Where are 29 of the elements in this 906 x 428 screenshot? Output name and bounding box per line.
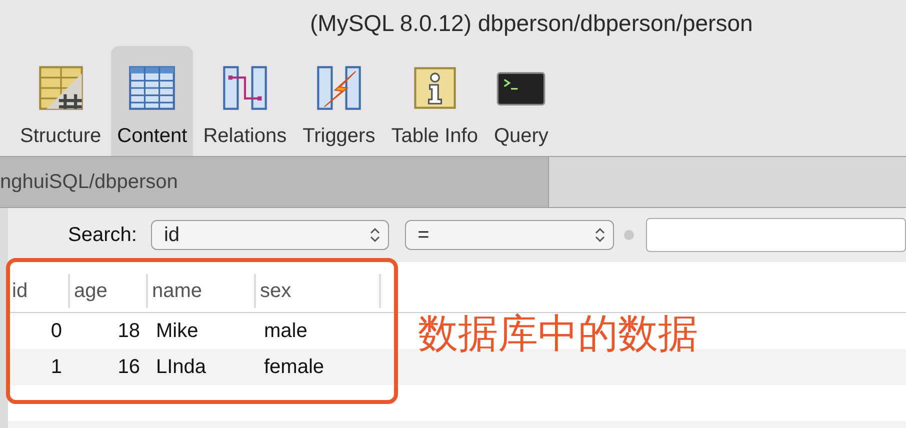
chevron-icon	[595, 227, 606, 243]
search-label: Search:	[68, 224, 137, 246]
column-header[interactable]: age	[70, 274, 148, 308]
table-icon	[127, 63, 178, 113]
table-cell-text: 16	[116, 354, 141, 380]
toolbar-button[interactable]: Triggers	[296, 46, 382, 156]
table-cell-text: 1	[50, 354, 63, 380]
annotation-text: 数据库中的数据	[418, 311, 698, 358]
tab[interactable]: nghuiSQL/dbperson	[0, 157, 549, 207]
toolbar-button[interactable]: Table Info	[385, 46, 484, 156]
toolbar-button[interactable]: Content	[111, 46, 194, 156]
status-dot	[624, 230, 634, 240]
toolbar-button[interactable]: Relations	[197, 46, 293, 156]
table-cell-text: 18	[116, 318, 141, 344]
operator-select[interactable]: =	[404, 220, 614, 250]
table-cell-text: Mike	[155, 318, 200, 344]
window-title: (MySQL 8.0.12) dbperson/dbperson/person	[310, 10, 753, 36]
search-field[interactable]	[646, 218, 906, 252]
toolbar-button[interactable]: Query	[488, 46, 554, 156]
table-cell-text: female	[263, 354, 326, 380]
column-header[interactable]: id	[8, 274, 70, 308]
table-cell-text: LInda	[155, 354, 208, 380]
column-header[interactable]: sex	[256, 274, 381, 308]
toolbar-button[interactable]: Structure	[14, 46, 108, 156]
column-select[interactable]: id	[150, 220, 389, 250]
column-header[interactable]: name	[148, 274, 256, 308]
table-cell-text: 0	[50, 318, 63, 344]
chevron-icon	[370, 227, 380, 243]
table-cell-text: male	[263, 318, 308, 344]
